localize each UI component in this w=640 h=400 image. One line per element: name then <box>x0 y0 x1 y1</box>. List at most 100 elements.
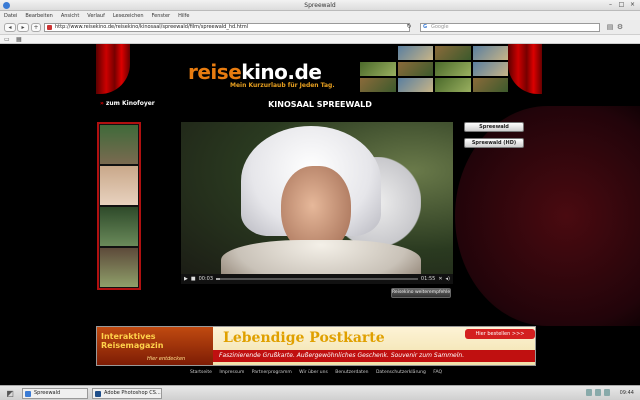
thumbnail[interactable] <box>472 62 508 76</box>
page-title: KINOSAAL SPREEWALD <box>268 100 372 109</box>
task-photoshop[interactable]: Adobe Photoshop CS... <box>92 388 162 399</box>
magazine-ad-title: Interaktives Reisemagazin <box>101 332 164 350</box>
address-bar-url: http://www.reisekino.de/reisekino/kinosa… <box>55 24 249 30</box>
back-button[interactable]: ◂ <box>4 23 16 32</box>
footer-link-partnerprogramm[interactable]: Partnerprogramm <box>252 370 292 375</box>
film-strip <box>97 122 141 290</box>
browser-task-icon <box>25 391 31 397</box>
film-thumbnail[interactable] <box>100 207 138 246</box>
stop-icon[interactable]: ■ <box>191 276 196 282</box>
postcard-ad-title: Lebendige Postkarte <box>223 330 385 346</box>
logo-text-kino: kino.de <box>241 60 322 84</box>
spreewald-hd-button[interactable]: Spreewald (HD) <box>464 138 524 148</box>
thumbnail[interactable] <box>435 78 471 92</box>
task-spreewald[interactable]: Spreewald <box>22 388 88 399</box>
video-player[interactable]: ▶ ■ 00:03 01:55 ✕ ◂) <box>181 122 453 284</box>
back-to-foyer-link[interactable]: » zum Kinofoyer <box>100 100 155 107</box>
double-arrow-icon: » <box>100 100 104 107</box>
bookmarks-book-icon[interactable]: ▭ <box>4 36 10 43</box>
film-thumbnail[interactable] <box>100 248 138 287</box>
window-titlebar: Spreewald – □ × <box>0 0 640 11</box>
postcard-ad-tagline: Faszinierende Grußkarte. Außergewöhnlich… <box>213 350 535 362</box>
search-input[interactable]: G Google <box>420 23 600 32</box>
back-arrow-icon: ◂ <box>8 24 12 31</box>
bookmarks-bar: ▭ ▦ <box>0 35 640 44</box>
video-controls: ▶ ■ 00:03 01:55 ✕ ◂) <box>181 274 453 284</box>
footer-links: Startseite Impressum Partnerprogramm Wir… <box>96 370 536 375</box>
spreewald-button[interactable]: Spreewald <box>464 122 524 132</box>
seek-bar[interactable] <box>216 278 418 280</box>
menu-item-fenster[interactable]: Fenster <box>152 13 171 19</box>
thumbnail[interactable] <box>397 78 433 92</box>
menu-item-hilfe[interactable]: Hilfe <box>178 13 189 19</box>
task-label: Adobe Photoshop CS... <box>104 390 161 396</box>
footer-link-datenschutz[interactable]: Datenschutzerklärung <box>376 370 426 375</box>
task-label: Spreewald <box>34 390 61 396</box>
header-thumbnail-grid <box>360 46 508 92</box>
film-thumbnail[interactable] <box>100 125 138 164</box>
footer-link-startseite[interactable]: Startseite <box>190 370 212 375</box>
seek-bar-fill <box>216 278 221 280</box>
close-icon[interactable]: × <box>628 1 637 9</box>
film-thumbnail[interactable] <box>100 166 138 205</box>
reload-icon: ↻ <box>406 23 412 30</box>
thumbnail[interactable] <box>472 46 508 60</box>
back-link-label: zum Kinofoyer <box>105 100 155 107</box>
time-total: 01:55 <box>420 276 436 282</box>
add-bookmark-button[interactable]: + <box>31 23 41 32</box>
thumbnail[interactable] <box>397 62 433 76</box>
menu-item-ansicht[interactable]: Ansicht <box>61 13 79 19</box>
footer-link-faq[interactable]: FAQ <box>433 370 442 375</box>
footer-link-benutzerdaten[interactable]: Benutzerdaten <box>335 370 368 375</box>
fullscreen-icon[interactable]: ✕ <box>438 276 442 282</box>
red-curtain-left <box>96 44 130 94</box>
reload-button[interactable]: ↻ <box>403 23 415 32</box>
tray-icon[interactable] <box>595 389 601 396</box>
site-logo[interactable]: reisekino.de <box>188 60 322 84</box>
maximize-icon[interactable]: □ <box>617 1 626 9</box>
forward-button[interactable]: ▸ <box>17 23 29 32</box>
menu-item-lesezeichen[interactable]: Lesezeichen <box>113 13 144 19</box>
start-menu-icon[interactable]: ◩ <box>3 388 17 399</box>
site-header: reisekino.de Mein Kurzurlaub für Jeden T… <box>130 44 508 94</box>
thumbnail[interactable] <box>397 46 433 60</box>
recommend-button[interactable]: Reisekino weiterempfehlen! <box>391 288 451 298</box>
thumbnail[interactable] <box>360 62 396 76</box>
logo-text-reise: reise <box>188 60 242 84</box>
window-title: Spreewald <box>304 2 336 9</box>
time-elapsed: 00:03 <box>198 276 214 282</box>
thumbnail[interactable] <box>435 62 471 76</box>
search-placeholder: Google <box>431 24 449 30</box>
minimize-icon[interactable]: – <box>606 1 615 9</box>
site-slogan: Mein Kurzurlaub für Jeden Tag. <box>230 82 335 89</box>
navigation-toolbar: ◂ ▸ + http://www.reisekino.de/reisekino/… <box>0 20 640 35</box>
play-icon[interactable]: ▶ <box>184 276 188 282</box>
address-bar[interactable]: http://www.reisekino.de/reisekino/kinosa… <box>44 23 410 32</box>
tray-icon[interactable] <box>604 389 610 396</box>
footer-link-wir-ueber-uns[interactable]: Wir über uns <box>299 370 328 375</box>
window-controls: – □ × <box>606 1 637 9</box>
magazine-ad[interactable]: Interaktives Reisemagazin Hier entdecken <box>97 327 213 365</box>
toolbar-icons: ▤ ⚙ <box>606 23 624 31</box>
menu-item-verlauf[interactable]: Verlauf <box>87 13 105 19</box>
thumbnail <box>360 46 396 60</box>
thumbnail[interactable] <box>435 46 471 60</box>
page-content: reisekino.de Mein Kurzurlaub für Jeden T… <box>0 44 640 385</box>
menu-item-datei[interactable]: Datei <box>4 13 17 19</box>
clock: 09:44 <box>619 390 634 396</box>
volume-icon[interactable]: ◂) <box>446 276 450 282</box>
footer-link-impressum[interactable]: Impressum <box>219 370 244 375</box>
page-menu-icon[interactable]: ▤ <box>606 23 614 31</box>
red-curtain-right <box>508 44 542 94</box>
menu-item-bearbeiten[interactable]: Bearbeiten <box>25 13 52 19</box>
thumbnail[interactable] <box>360 78 396 92</box>
bookmarks-grid-icon[interactable]: ▦ <box>16 36 22 43</box>
ad-banner[interactable]: Interaktives Reisemagazin Hier entdecken… <box>96 326 536 366</box>
google-icon: G <box>423 24 428 30</box>
tray-icon[interactable] <box>586 389 592 396</box>
thumbnail[interactable] <box>472 78 508 92</box>
order-button[interactable]: Hier bestellen >>> <box>465 329 535 339</box>
postcard-ad[interactable]: Lebendige Postkarte Faszinierende Grußka… <box>213 327 535 365</box>
plus-icon: + <box>33 24 39 31</box>
gear-icon[interactable]: ⚙ <box>616 23 624 31</box>
